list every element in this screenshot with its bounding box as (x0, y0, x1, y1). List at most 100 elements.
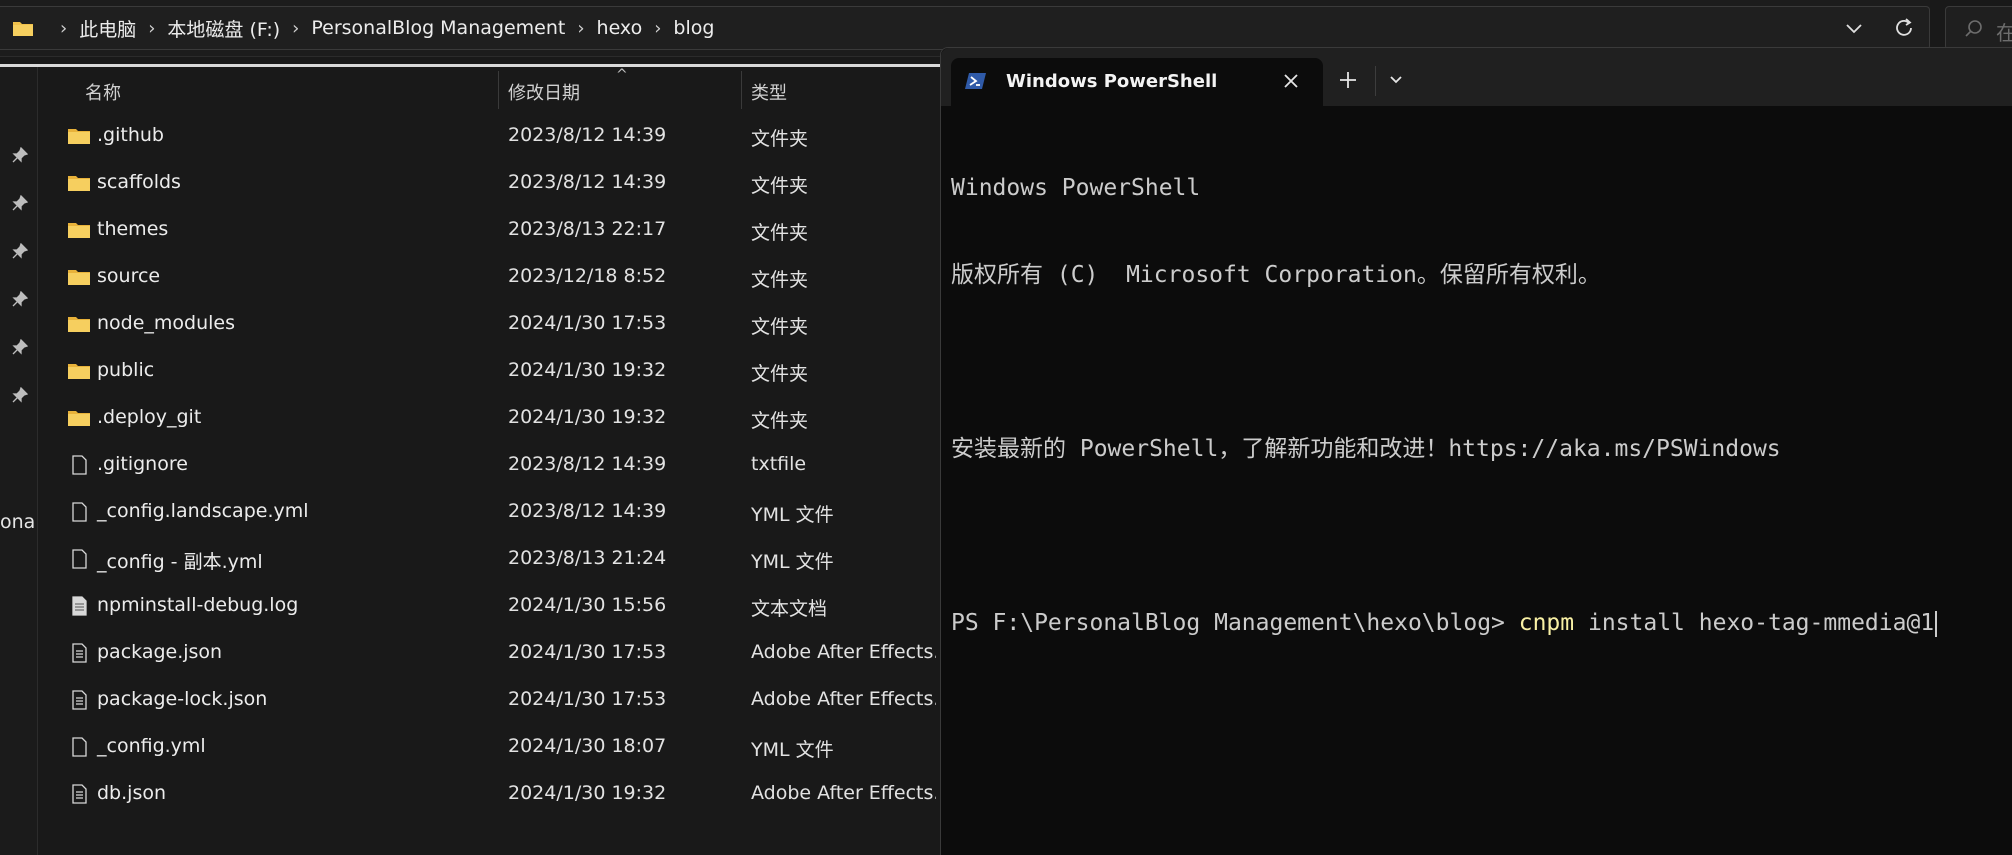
file-name: source (97, 265, 161, 287)
file-row[interactable]: _config.landscape.yml 2023/8/12 14:39 YM… (38, 488, 940, 535)
folder-icon (68, 223, 90, 238)
text-cursor (1935, 610, 1938, 637)
file-modified: 2024/1/30 19:32 (508, 406, 667, 428)
search-box[interactable]: 在 (1945, 6, 2012, 50)
column-divider[interactable] (741, 71, 742, 109)
column-header-name[interactable]: 名称 (85, 79, 121, 105)
file-type: 文件夹 (751, 222, 809, 244)
terminal-command-name: cnpm (1518, 610, 1575, 636)
file-row[interactable]: themes 2023/8/13 22:17 文件夹 (38, 206, 940, 253)
file-type: 文件夹 (751, 269, 809, 291)
plus-icon[interactable] (1333, 66, 1363, 94)
tab-windows-powershell[interactable]: Windows PowerShell (951, 58, 1323, 106)
pin-icon[interactable] (12, 387, 28, 403)
file-type: YML 文件 (751, 551, 834, 573)
file-name: node_modules (97, 312, 236, 334)
file-name: db.json (97, 782, 167, 804)
file-icon (72, 455, 87, 475)
file-row[interactable]: source 2023/12/18 8:52 文件夹 (38, 253, 940, 300)
terminal-output[interactable]: Windows PowerShell 版权所有 (C) Microsoft Co… (951, 116, 2012, 696)
file-type: YML 文件 (751, 739, 834, 761)
chevron-right-icon: › (60, 17, 68, 39)
folder-icon (13, 22, 33, 36)
file-type: 文件夹 (751, 410, 809, 432)
file-modified: 2023/8/12 14:39 (508, 453, 667, 475)
file-row[interactable]: public 2024/1/30 19:32 文件夹 (38, 347, 940, 394)
file-row[interactable]: .github 2023/8/12 14:39 文件夹 (38, 112, 940, 159)
file-row[interactable]: db.json 2024/1/30 19:32 Adobe After Effe… (38, 770, 940, 817)
file-type: Adobe After Effects... (751, 688, 936, 710)
file-modified: 2023/8/13 21:24 (508, 547, 667, 569)
file-row[interactable]: scaffolds 2023/8/12 14:39 文件夹 (38, 159, 940, 206)
breadcrumb-local-disk[interactable]: 本地磁盘 (F:) (167, 15, 280, 42)
column-header-type[interactable]: 类型 (751, 79, 787, 105)
json-file-icon (72, 643, 87, 663)
close-icon[interactable] (1280, 70, 1302, 92)
file-row[interactable]: package.json 2024/1/30 17:53 Adobe After… (38, 629, 940, 676)
file-row[interactable]: .deploy_git 2024/1/30 19:32 文件夹 (38, 394, 940, 441)
file-name: _config.yml (97, 735, 206, 757)
file-name: _config.landscape.yml (97, 500, 309, 522)
folder-icon (68, 129, 90, 144)
file-row[interactable]: _config.yml 2024/1/30 18:07 YML 文件 (38, 723, 940, 770)
file-type: Adobe After Effects... (751, 641, 936, 663)
file-type: txtfile (751, 453, 807, 475)
breadcrumb-personalblog[interactable]: PersonalBlog Management (311, 17, 565, 39)
column-divider[interactable] (498, 71, 499, 109)
pin-icon[interactable] (12, 339, 28, 355)
address-history-dropdown[interactable] (1840, 14, 1868, 42)
file-list: 名称 ^ 修改日期 类型 .github 2023/8/12 14:39 文件夹… (38, 67, 940, 855)
refresh-button[interactable] (1890, 14, 1918, 42)
sort-ascending-icon: ^ (616, 67, 628, 83)
file-modified: 2024/1/30 19:32 (508, 359, 667, 381)
file-modified: 2024/1/30 17:53 (508, 312, 667, 334)
json-file-icon (72, 784, 87, 804)
folder-icon (68, 176, 90, 191)
terminal-prompt: PS F:\PersonalBlog Management\hexo\blog> (951, 610, 1519, 636)
breadcrumb: › 此电脑 › 本地磁盘 (F:) › PersonalBlog Managem… (12, 14, 714, 42)
file-name: .deploy_git (97, 406, 202, 428)
file-type: 文件夹 (751, 316, 809, 338)
column-header-modified[interactable]: 修改日期 (508, 79, 580, 105)
file-modified: 2023/8/12 14:39 (508, 171, 667, 193)
tab-title: Windows PowerShell (1006, 71, 1218, 92)
file-row[interactable]: _config - 副本.yml 2023/8/13 21:24 YML 文件 (38, 535, 940, 582)
navigation-pane: onal (0, 67, 38, 855)
chevron-right-icon: › (577, 17, 585, 39)
pin-icon[interactable] (12, 243, 28, 259)
powershell-icon (965, 73, 986, 89)
file-modified: 2024/1/30 18:07 (508, 735, 667, 757)
file-row[interactable]: npminstall-debug.log 2024/1/30 15:56 文本文… (38, 582, 940, 629)
file-name: package-lock.json (97, 688, 268, 710)
breadcrumb-hexo[interactable]: hexo (597, 17, 643, 39)
folder-icon (68, 317, 90, 332)
breadcrumb-blog[interactable]: blog (673, 17, 714, 39)
pin-icon[interactable] (12, 291, 28, 307)
folder-icon (68, 270, 90, 285)
file-modified: 2023/8/12 14:39 (508, 124, 667, 146)
file-type: 文本文档 (751, 598, 828, 620)
file-modified: 2024/1/30 17:53 (508, 688, 667, 710)
json-file-icon (72, 690, 87, 710)
terminal-command-args: install hexo-tag-mmedia@1 (1574, 610, 1935, 636)
search-placeholder: 在 (1996, 21, 2012, 45)
column-header-row: 名称 ^ 修改日期 类型 (38, 67, 940, 109)
file-name: themes (97, 218, 169, 240)
file-row[interactable]: .gitignore 2023/8/12 14:39 txtfile (38, 441, 940, 488)
file-icon (72, 737, 87, 757)
file-name: scaffolds (97, 171, 181, 193)
file-type: 文件夹 (751, 128, 809, 150)
file-row[interactable]: package-lock.json 2024/1/30 17:53 Adobe … (38, 676, 940, 723)
pin-icon[interactable] (12, 147, 28, 163)
nav-item-label[interactable]: onal (0, 511, 37, 533)
pin-icon[interactable] (12, 195, 28, 211)
search-icon (1965, 20, 1982, 37)
breadcrumb-this-pc[interactable]: 此电脑 (79, 15, 136, 42)
chevron-down-icon (1846, 24, 1862, 34)
file-name: .github (97, 124, 164, 146)
text-file-icon (72, 596, 87, 616)
file-type: Adobe After Effects... (751, 782, 936, 804)
file-row[interactable]: node_modules 2024/1/30 17:53 文件夹 (38, 300, 940, 347)
terminal-window: Windows PowerShell Windows PowerShell 版权… (940, 47, 2012, 855)
chevron-down-icon[interactable] (1383, 68, 1409, 92)
